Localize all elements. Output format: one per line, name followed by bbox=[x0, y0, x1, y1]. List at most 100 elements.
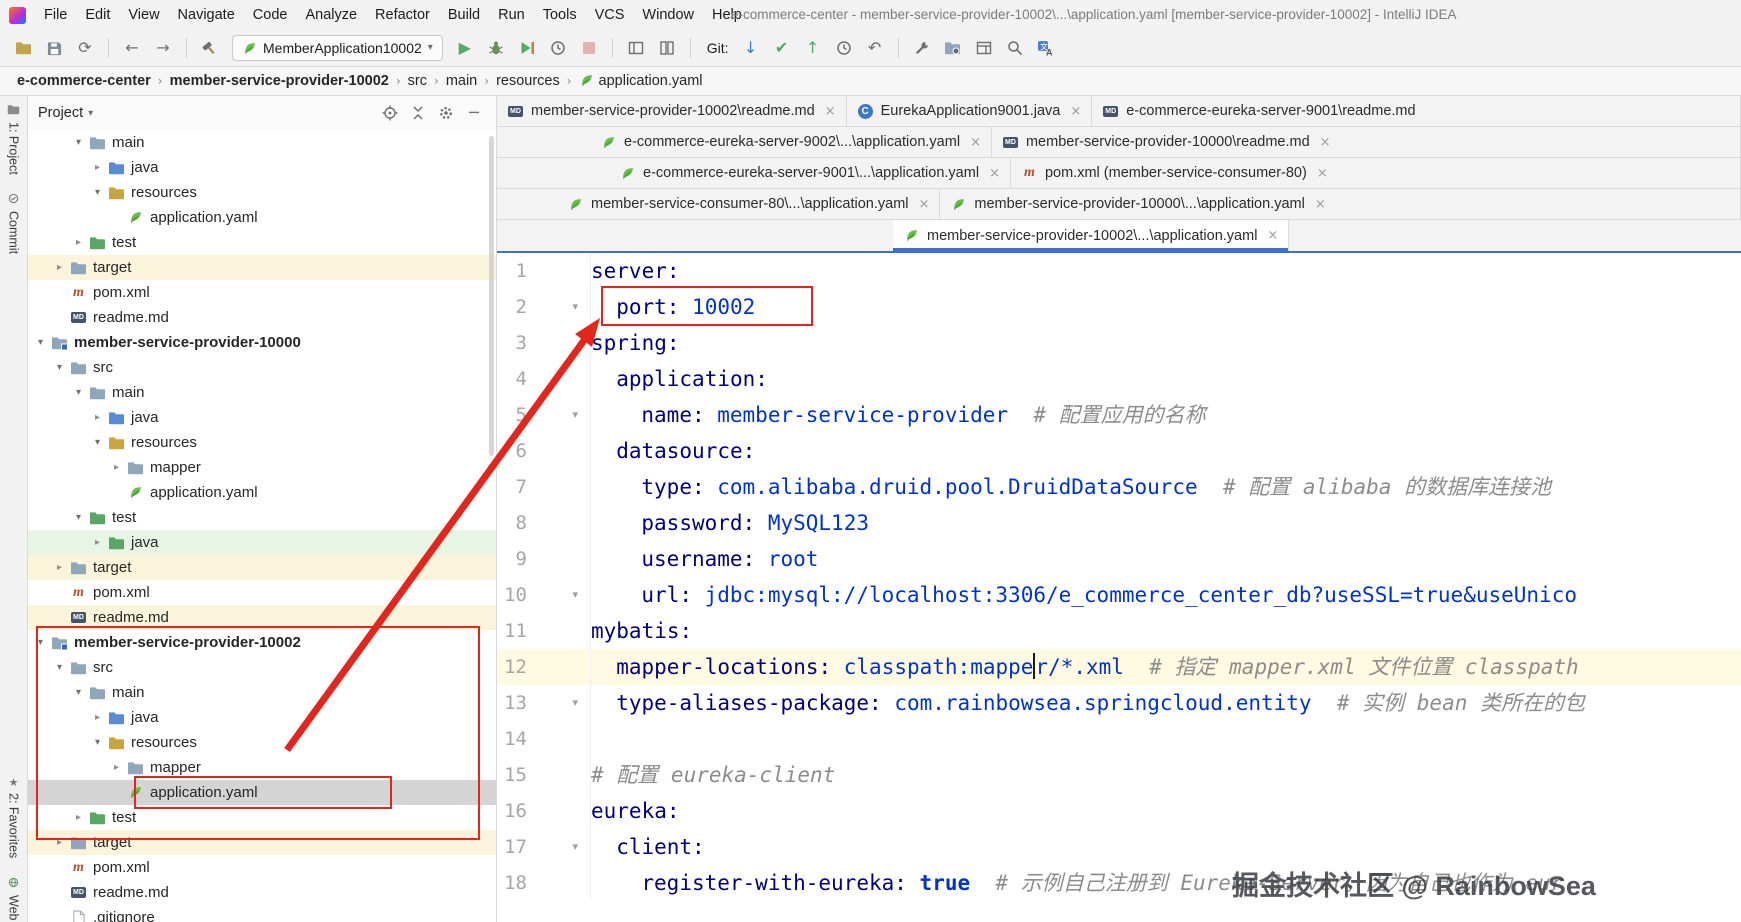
menu-refactor[interactable]: Refactor bbox=[366, 0, 439, 30]
code-line-10[interactable]: 10 ▾ url: jdbc:mysql://localhost:3306/e_co… bbox=[497, 577, 1741, 613]
expand-arrow-icon[interactable]: ▾ bbox=[89, 737, 106, 748]
code-line-4[interactable]: 4 application: bbox=[497, 361, 1741, 397]
code-line-3[interactable]: 3 spring: bbox=[497, 325, 1741, 361]
expand-arrow-icon[interactable]: ▾ bbox=[32, 637, 49, 648]
tree-item-resources[interactable]: ▾ resources bbox=[28, 730, 496, 755]
git-update-icon[interactable]: ↓ bbox=[738, 35, 764, 61]
tree-item-mapper[interactable]: ▸ mapper bbox=[28, 455, 496, 480]
code-line-12[interactable]: 12 mapper-locations: classpath:mapper/*.x… bbox=[497, 649, 1741, 685]
expand-arrow-icon[interactable]: ▾ bbox=[70, 387, 87, 398]
tree-item-src[interactable]: ▾ src bbox=[28, 655, 496, 680]
collapse-arrow-icon[interactable]: ▸ bbox=[51, 562, 68, 573]
menu-run[interactable]: Run bbox=[489, 0, 534, 30]
editor-tab[interactable]: e-commerce-eureka-server-9001\...\applic… bbox=[609, 158, 1011, 188]
breadcrumb-item[interactable]: e-commerce-center bbox=[14, 73, 154, 89]
tree-item-target[interactable]: ▸ target bbox=[28, 555, 496, 580]
close-tab-icon[interactable]: × bbox=[970, 135, 981, 150]
expand-arrow-icon[interactable]: ▾ bbox=[70, 512, 87, 523]
menu-navigate[interactable]: Navigate bbox=[169, 0, 244, 30]
tree-item-src[interactable]: ▾ src bbox=[28, 355, 496, 380]
breadcrumb-item[interactable]: src bbox=[405, 73, 430, 89]
editor-tab[interactable]: e-commerce-eureka-server-9002\...\applic… bbox=[590, 127, 992, 157]
tree-item-test[interactable]: ▾ test bbox=[28, 505, 496, 530]
collapse-arrow-icon[interactable]: ▸ bbox=[70, 237, 87, 248]
tree-item-target[interactable]: ▸ target bbox=[28, 830, 496, 855]
collapse-arrow-icon[interactable]: ▸ bbox=[89, 412, 106, 423]
translate-icon[interactable]: 文A bbox=[1033, 35, 1059, 61]
close-tab-icon[interactable]: × bbox=[1317, 166, 1328, 181]
tree-item-member-service-provider-10002[interactable]: ▾ member-service-provider-10002 bbox=[28, 630, 496, 655]
tree-item-resources[interactable]: ▾ resources bbox=[28, 180, 496, 205]
collapse-arrow-icon[interactable]: ▸ bbox=[51, 837, 68, 848]
tree-item-mapper[interactable]: ▸ mapper bbox=[28, 755, 496, 780]
tree-item-application.yaml[interactable]: application.yaml bbox=[28, 480, 496, 505]
collapse-all-icon[interactable] bbox=[406, 101, 430, 125]
locate-icon[interactable] bbox=[378, 101, 402, 125]
open-project-icon[interactable] bbox=[10, 35, 36, 61]
tree-item-.gitignore[interactable]: .gitignore bbox=[28, 905, 496, 922]
menu-analyze[interactable]: Analyze bbox=[296, 0, 366, 30]
tree-item-main[interactable]: ▾ main bbox=[28, 380, 496, 405]
editor-tab[interactable]: C EurekaApplication9001.java × bbox=[847, 96, 1093, 126]
code-line-13[interactable]: 13 ▾ type-aliases-package: com.rainbowsea.… bbox=[497, 685, 1741, 721]
tree-item-application.yaml[interactable]: application.yaml bbox=[28, 205, 496, 230]
git-commit-icon[interactable]: ✔ bbox=[769, 35, 795, 61]
build-hammer-icon[interactable] bbox=[197, 35, 223, 61]
tree-item-main[interactable]: ▾ main bbox=[28, 130, 496, 155]
collapse-arrow-icon[interactable]: ▸ bbox=[89, 162, 106, 173]
tree-item-pom.xml[interactable]: m pom.xml bbox=[28, 580, 496, 605]
expand-arrow-icon[interactable]: ▾ bbox=[51, 662, 68, 673]
compare-icon[interactable] bbox=[654, 35, 680, 61]
editor-tab[interactable]: MD member-service-provider-10002\readme.m… bbox=[497, 96, 847, 126]
expand-arrow-icon[interactable]: ▾ bbox=[51, 362, 68, 373]
debug-icon[interactable] bbox=[483, 35, 509, 61]
sync-icon[interactable]: ⟳ bbox=[72, 35, 98, 61]
project-structure-icon[interactable] bbox=[940, 35, 966, 61]
back-icon[interactable]: ← bbox=[119, 35, 145, 61]
editor-tab[interactable]: m pom.xml (member-service-consumer-80) × bbox=[1011, 158, 1741, 188]
restore-layout-icon[interactable] bbox=[971, 35, 997, 61]
menu-window[interactable]: Window bbox=[633, 0, 703, 30]
profiler-icon[interactable] bbox=[545, 35, 571, 61]
tree-item-readme.md[interactable]: MD readme.md bbox=[28, 605, 496, 630]
close-tab-icon[interactable]: × bbox=[1070, 104, 1081, 119]
collapse-arrow-icon[interactable]: ▸ bbox=[51, 262, 68, 273]
git-rollback-icon[interactable]: ↶ bbox=[862, 35, 888, 61]
menu-code[interactable]: Code bbox=[244, 0, 297, 30]
code-line-7[interactable]: 7 type: com.alibaba.druid.pool.DruidDataS… bbox=[497, 469, 1741, 505]
code-line-5[interactable]: 5 ▾ name: member-service-provider # 配置应用的名… bbox=[497, 397, 1741, 433]
menu-view[interactable]: View bbox=[119, 0, 168, 30]
editor-tab[interactable]: MD e-commerce-eureka-server-9001\readme.m… bbox=[1092, 96, 1741, 126]
save-all-icon[interactable] bbox=[41, 35, 67, 61]
fold-marker-icon[interactable]: ▾ bbox=[572, 289, 578, 325]
breadcrumb-item[interactable]: main bbox=[443, 73, 480, 89]
code-line-9[interactable]: 9 username: root bbox=[497, 541, 1741, 577]
project-tree-scrollbar[interactable] bbox=[489, 136, 494, 456]
expand-arrow-icon[interactable]: ▾ bbox=[32, 337, 49, 348]
expand-arrow-icon[interactable]: ▾ bbox=[70, 137, 87, 148]
stop-icon[interactable] bbox=[576, 35, 602, 61]
collapse-arrow-icon[interactable]: ▸ bbox=[108, 762, 125, 773]
git-history-icon[interactable] bbox=[831, 35, 857, 61]
run-icon[interactable]: ▶ bbox=[452, 35, 478, 61]
menu-tools[interactable]: Tools bbox=[534, 0, 586, 30]
tree-item-java[interactable]: ▸ java bbox=[28, 405, 496, 430]
code-line-15[interactable]: 15 # 配置 eureka-client bbox=[497, 757, 1741, 793]
editor-tab[interactable]: member-service-provider-10000\...\applic… bbox=[940, 189, 1741, 219]
coverage-icon[interactable] bbox=[514, 35, 540, 61]
tree-item-java[interactable]: ▸ java bbox=[28, 155, 496, 180]
collapse-arrow-icon[interactable]: ▸ bbox=[108, 462, 125, 473]
menu-vcs[interactable]: VCS bbox=[586, 0, 634, 30]
editor[interactable]: 1 server: 2 ▾ port: 10002 3 spring: 4 applicatio… bbox=[497, 253, 1741, 922]
code-line-16[interactable]: 16 eureka: bbox=[497, 793, 1741, 829]
fold-marker-icon[interactable]: ▾ bbox=[572, 577, 578, 613]
code-line-1[interactable]: 1 server: bbox=[497, 253, 1741, 289]
tree-item-test[interactable]: ▸ test bbox=[28, 805, 496, 830]
tree-item-target[interactable]: ▸ target bbox=[28, 255, 496, 280]
expand-arrow-icon[interactable]: ▾ bbox=[89, 187, 106, 198]
tree-item-readme.md[interactable]: MD readme.md bbox=[28, 880, 496, 905]
editor-tab[interactable]: MD member-service-provider-10000\readme.m… bbox=[992, 127, 1741, 157]
close-tab-icon[interactable]: × bbox=[919, 197, 930, 212]
menu-edit[interactable]: Edit bbox=[76, 0, 119, 30]
editor-tab[interactable]: member-service-consumer-80\...\applicati… bbox=[557, 189, 941, 219]
